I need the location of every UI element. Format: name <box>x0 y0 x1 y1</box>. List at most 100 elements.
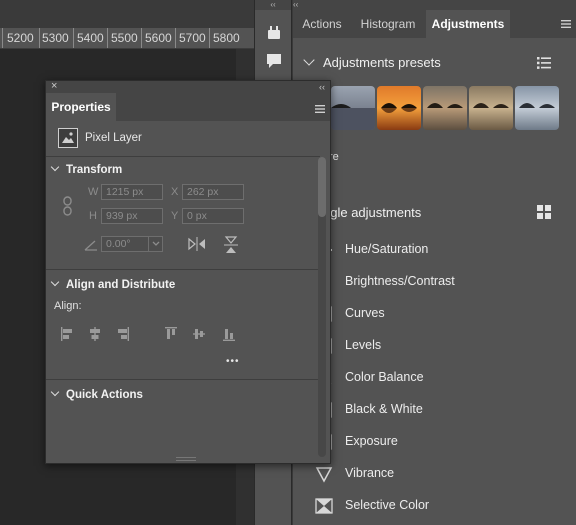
ruler-mark <box>209 28 210 48</box>
ruler-mark <box>2 28 3 48</box>
angle-icon <box>84 238 98 251</box>
align-right-icon[interactable] <box>116 326 130 342</box>
properties-tabbar: Properties <box>46 93 330 121</box>
quick-actions-title: Quick Actions <box>66 389 143 401</box>
dock-collapse-bar[interactable]: ‹‹ <box>255 0 291 10</box>
tab-actions[interactable]: Actions <box>293 10 351 38</box>
x-field[interactable]: 262 px <box>182 184 244 200</box>
align-title: Align and Distribute <box>66 279 176 291</box>
grid-view-icon[interactable] <box>537 205 551 219</box>
width-field[interactable]: 1215 px <box>101 184 163 200</box>
close-icon[interactable]: × <box>51 80 57 92</box>
adjustment-black-white[interactable]: Black & White <box>315 398 565 422</box>
quick-actions-section-header[interactable]: Quick Actions <box>50 387 143 401</box>
dock-collapse-icon[interactable]: ‹‹ <box>270 0 275 9</box>
preset-thumbnail[interactable] <box>515 86 559 130</box>
adjustment-label: Vibrance <box>345 466 395 480</box>
align-section-header[interactable]: Align and Distribute <box>50 277 176 291</box>
tab-adjustments[interactable]: Adjustments <box>426 10 510 38</box>
tab-properties[interactable]: Properties <box>46 93 116 121</box>
adjustment-brightness-contrast[interactable]: Brightness/Contrast <box>315 270 565 294</box>
align-horizontal-center-icon[interactable] <box>88 326 102 342</box>
ruler-mark <box>73 28 74 48</box>
adjustment-label: Black & White <box>345 402 423 416</box>
panel-collapse-bar[interactable]: ‹‹ <box>293 0 576 10</box>
align-bottom-icon[interactable] <box>222 326 236 342</box>
tab-histogram[interactable]: Histogram <box>351 10 425 38</box>
presets-section-header[interactable]: Adjustments presets <box>303 54 441 70</box>
single-adjustments-header[interactable]: ngle adjustments <box>323 205 421 220</box>
adjustment-levels[interactable]: Levels <box>315 334 565 358</box>
angle-dropdown-icon[interactable] <box>148 237 162 251</box>
ruler-mark <box>175 28 176 48</box>
transform-section-header[interactable]: Transform <box>50 162 123 176</box>
adjustment-exposure[interactable]: Exposure <box>315 430 565 454</box>
plugins-icon[interactable] <box>264 24 284 42</box>
adjustment-label: Brightness/Contrast <box>345 274 455 288</box>
panel-menu-icon[interactable] <box>314 102 326 114</box>
adjustment-label: Selective Color <box>345 498 430 512</box>
ruler-tick: 5500 <box>111 31 138 45</box>
comments-icon[interactable] <box>264 52 284 70</box>
preset-thumbnail[interactable] <box>423 86 467 130</box>
angle-value: 0.00° <box>106 238 131 250</box>
flip-horizontal-icon[interactable] <box>188 237 206 251</box>
chevron-down-icon <box>303 54 315 66</box>
layer-type-label: Pixel Layer <box>85 132 142 144</box>
ruler-tick: 5700 <box>179 31 206 45</box>
resize-grip[interactable] <box>176 457 196 461</box>
properties-panel: × ‹‹ Properties Pixel Layer Transform W … <box>45 80 331 464</box>
adjustment-curves[interactable]: Curves <box>315 302 565 326</box>
ruler-mark <box>141 28 142 48</box>
y-label: Y <box>171 210 179 222</box>
scrollbar-thumb[interactable] <box>318 157 326 217</box>
preset-thumbnail[interactable] <box>377 86 421 130</box>
angle-field[interactable]: 0.00° <box>101 236 163 252</box>
selective-color-icon <box>315 497 333 515</box>
align-left-icon[interactable] <box>60 326 74 342</box>
adjustment-vibrance[interactable]: Vibrance <box>315 462 565 486</box>
panel-collapse-icon[interactable]: ‹‹ <box>293 0 298 9</box>
adjustment-label: Hue/Saturation <box>345 242 429 256</box>
x-label: X <box>171 186 179 198</box>
adjustment-selective-color[interactable]: Selective Color <box>315 494 565 518</box>
adjustment-label: Levels <box>345 338 382 352</box>
ruler-tick: 5600 <box>145 31 172 45</box>
vibrance-icon <box>315 465 333 483</box>
preset-thumbnail[interactable] <box>469 86 513 130</box>
canvas-top-strip <box>0 0 254 28</box>
adjustment-label: Curves <box>345 306 385 320</box>
height-label: H <box>89 210 97 222</box>
height-field[interactable]: 939 px <box>101 208 163 224</box>
divider <box>46 156 320 157</box>
divider <box>46 379 320 380</box>
align-vertical-center-icon[interactable] <box>192 326 206 342</box>
ruler-tick: 5200 <box>7 31 34 45</box>
flip-vertical-icon[interactable] <box>224 236 238 254</box>
chevron-down-icon <box>50 277 60 287</box>
adjustments-panel-group: ‹‹ Actions Histogram Adjustments Adjustm… <box>293 0 576 525</box>
adjustment-color-balance[interactable]: Color Balance <box>315 366 565 390</box>
chevron-down-icon <box>50 162 60 172</box>
link-icon[interactable] <box>62 196 74 216</box>
adjustment-hue-saturation[interactable]: Hue/Saturation <box>315 238 565 262</box>
more-options-icon[interactable]: ••• <box>226 356 240 367</box>
ruler-mark <box>107 28 108 48</box>
align-top-icon[interactable] <box>164 326 178 342</box>
width-label: W <box>88 186 99 198</box>
panel-menu-icon[interactable] <box>560 17 572 29</box>
y-field[interactable]: 0 px <box>182 208 244 224</box>
properties-scrollbar[interactable] <box>318 157 326 457</box>
horizontal-ruler: 5200 5300 5400 5500 5600 5700 5800 <box>0 28 254 49</box>
ruler-tick: 5400 <box>77 31 104 45</box>
properties-title-bar[interactable]: × ‹‹ <box>46 80 330 93</box>
pixel-layer-icon <box>58 128 78 148</box>
list-view-icon[interactable] <box>536 55 552 71</box>
collapse-icon[interactable]: ‹‹ <box>319 82 325 92</box>
divider <box>46 269 320 270</box>
transform-title: Transform <box>66 164 123 176</box>
ruler-mark <box>39 28 40 48</box>
panel-tabbar: Actions Histogram Adjustments <box>293 10 576 38</box>
single-adjustments-title: ngle adjustments <box>323 205 422 220</box>
preset-thumbnail[interactable] <box>331 86 375 130</box>
